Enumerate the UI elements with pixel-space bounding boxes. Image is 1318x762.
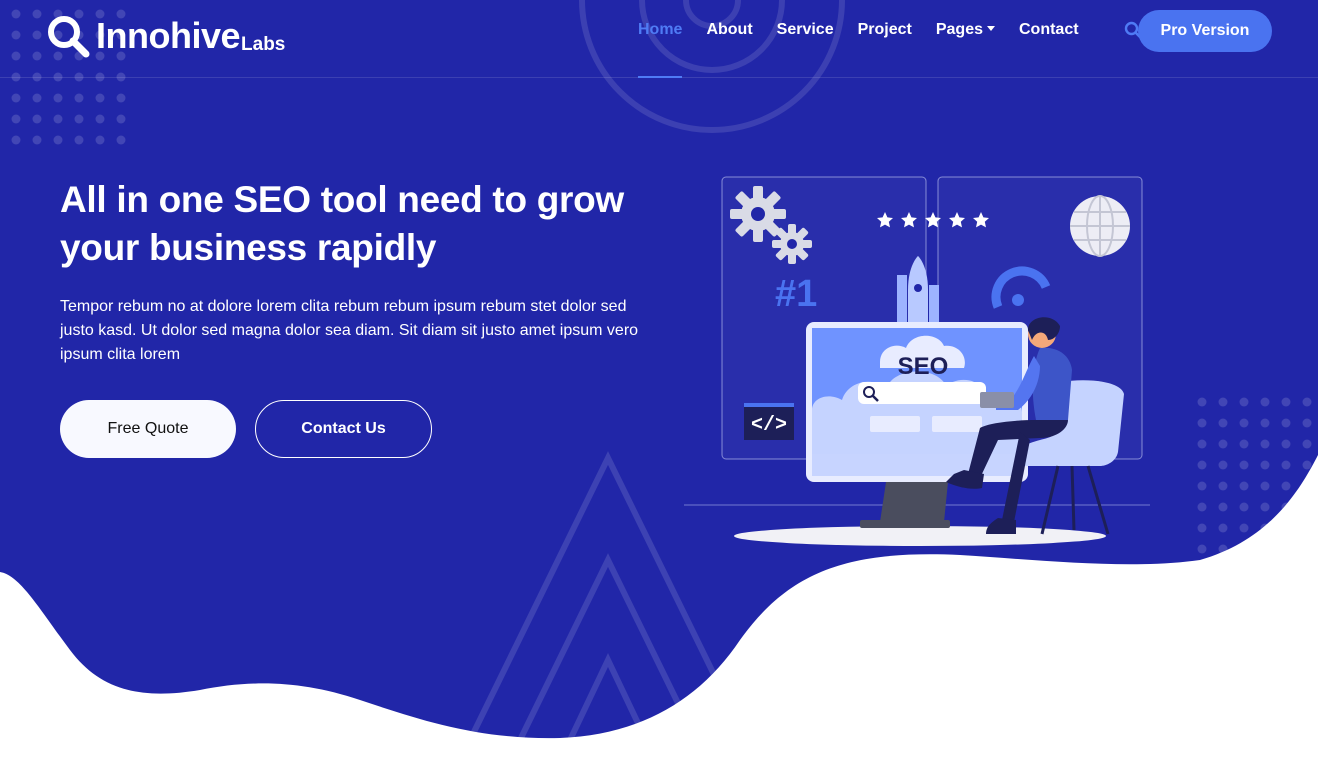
main-nav: Home About Service Project Pages Contact bbox=[626, 0, 1153, 78]
nav-pages-label: Pages bbox=[935, 21, 983, 38]
contact-us-button[interactable]: Contact Us bbox=[255, 400, 432, 458]
hero-headline: All in one SEO tool need to grow your bu… bbox=[60, 176, 680, 272]
brand-name: Innohive bbox=[96, 15, 241, 56]
free-quote-button[interactable]: Free Quote bbox=[60, 400, 236, 458]
hero-headline-line-2: your business rapidly bbox=[60, 227, 437, 268]
globe-icon bbox=[1070, 195, 1130, 257]
seo-illustration: #1 SEO </> bbox=[684, 176, 1150, 546]
magnifier-logo-icon bbox=[48, 16, 90, 58]
monitor-seo-text: SEO bbox=[898, 353, 949, 380]
navbar: Innohive Labs Home About Service Project… bbox=[0, 0, 1318, 78]
brand-suffix: Labs bbox=[241, 34, 286, 55]
nav-project[interactable]: Project bbox=[846, 0, 924, 78]
rank-number: #1 bbox=[775, 273, 817, 315]
nav-about[interactable]: About bbox=[694, 0, 764, 78]
nav-service[interactable]: Service bbox=[765, 0, 846, 78]
small-gear-icon bbox=[772, 224, 812, 264]
hero-section: Innohive Labs Home About Service Project… bbox=[0, 0, 1318, 762]
brand-logo[interactable]: Innohive Labs bbox=[46, 8, 285, 58]
caret-down-icon bbox=[986, 26, 995, 31]
nav-home[interactable]: Home bbox=[626, 0, 694, 78]
pro-version-button[interactable]: Pro Version bbox=[1138, 10, 1272, 52]
hero-headline-line-1: All in one SEO tool need to grow bbox=[60, 179, 624, 220]
nav-contact[interactable]: Contact bbox=[1007, 0, 1091, 78]
code-icon: </> bbox=[744, 403, 794, 440]
hero-description: Tempor rebum no at dolore lorem clita re… bbox=[60, 298, 639, 363]
code-symbol-text: </> bbox=[751, 414, 787, 437]
nav-pages-dropdown[interactable]: Pages bbox=[924, 0, 1007, 78]
